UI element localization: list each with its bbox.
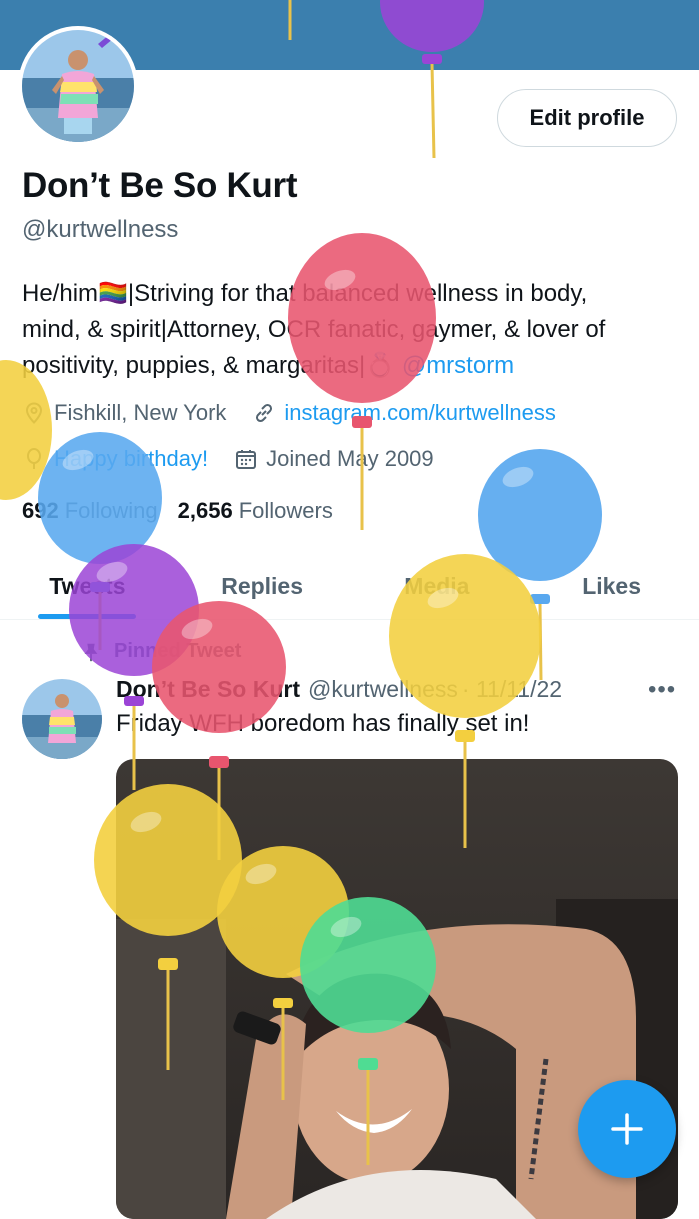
following-stat[interactable]: 692 Following [22,498,158,524]
profile-meta-row-2: Happy birthday! Joined May 2009 [22,446,460,472]
bio-line-3: positivity, puppies, & margaritas|💍 @mrs… [22,348,687,384]
following-count: 692 [22,498,59,523]
profile-location: Fishkill, New York [22,400,226,426]
tab-tweets[interactable]: Tweets [0,553,175,619]
profile-handle: @kurtwellness [22,216,179,243]
joined-text: Joined May 2009 [266,446,434,471]
pin-icon [80,641,102,663]
location-pin-icon [22,401,46,425]
website-link[interactable]: instagram.com/kurtwellness [284,400,555,426]
tab-replies[interactable]: Replies [175,553,350,619]
location-text: Fishkill, New York [54,400,227,425]
compose-tweet-button[interactable] [578,1080,676,1178]
plus-icon [611,1113,643,1145]
avatar-photo [22,30,134,142]
profile-avatar[interactable] [18,26,138,146]
birthday-text[interactable]: Happy birthday! [54,446,208,472]
followers-count: 2,656 [177,498,233,523]
tweet-text: Friday WFH boredom has finally set in! [116,710,530,737]
profile-bio: He/him🏳️‍🌈|Striving for that balanced we… [22,276,687,384]
pinned-tweet-label: Pinned Tweet [80,640,241,663]
tweet-avatar-photo [22,679,102,759]
bio-line-1: He/him🏳️‍🌈|Striving for that balanced we… [22,280,588,307]
tweet-author-handle[interactable]: @kurtwellness [308,676,458,703]
more-options-icon[interactable]: ••• [648,676,676,704]
profile-tabs: Tweets Replies Media Likes [0,553,699,620]
mention-link[interactable]: @mrstorm [402,352,514,379]
profile-birthday: Happy birthday! [22,446,208,472]
bio-line-2: mind, & spirit|Attorney, OCR fanatic, ga… [22,316,606,343]
link-icon [252,401,276,425]
following-label: Following [64,498,158,523]
followers-label: Followers [238,498,333,523]
edit-profile-button[interactable]: Edit profile [497,89,677,147]
followers-stat[interactable]: 2,656 Followers [178,498,333,524]
profile-website[interactable]: instagram.com/kurtwellness [252,400,556,426]
profile-joined: Joined May 2009 [234,446,434,472]
calendar-icon [234,447,258,471]
profile-stats: 692 Following 2,656 Followers [22,498,353,524]
profile-name: Don’t Be So Kurt [22,166,298,205]
pinned-text: Pinned Tweet [114,640,242,662]
tweet-author-name[interactable]: Don’t Be So Kurt [116,676,300,703]
profile-meta-row-1: Fishkill, New York instagram.com/kurtwel… [22,400,582,426]
tweet-avatar[interactable] [22,679,102,759]
tab-media[interactable]: Media [350,553,525,619]
bio-line-3-text: positivity, puppies, & margaritas|💍 [22,352,396,379]
balloon-icon [22,447,46,471]
tweet-date[interactable]: · 11/11/22 [462,676,562,703]
tab-likes[interactable]: Likes [524,553,699,619]
tweet-header: Don’t Be So Kurt @kurtwellness · 11/11/2… [116,676,562,703]
